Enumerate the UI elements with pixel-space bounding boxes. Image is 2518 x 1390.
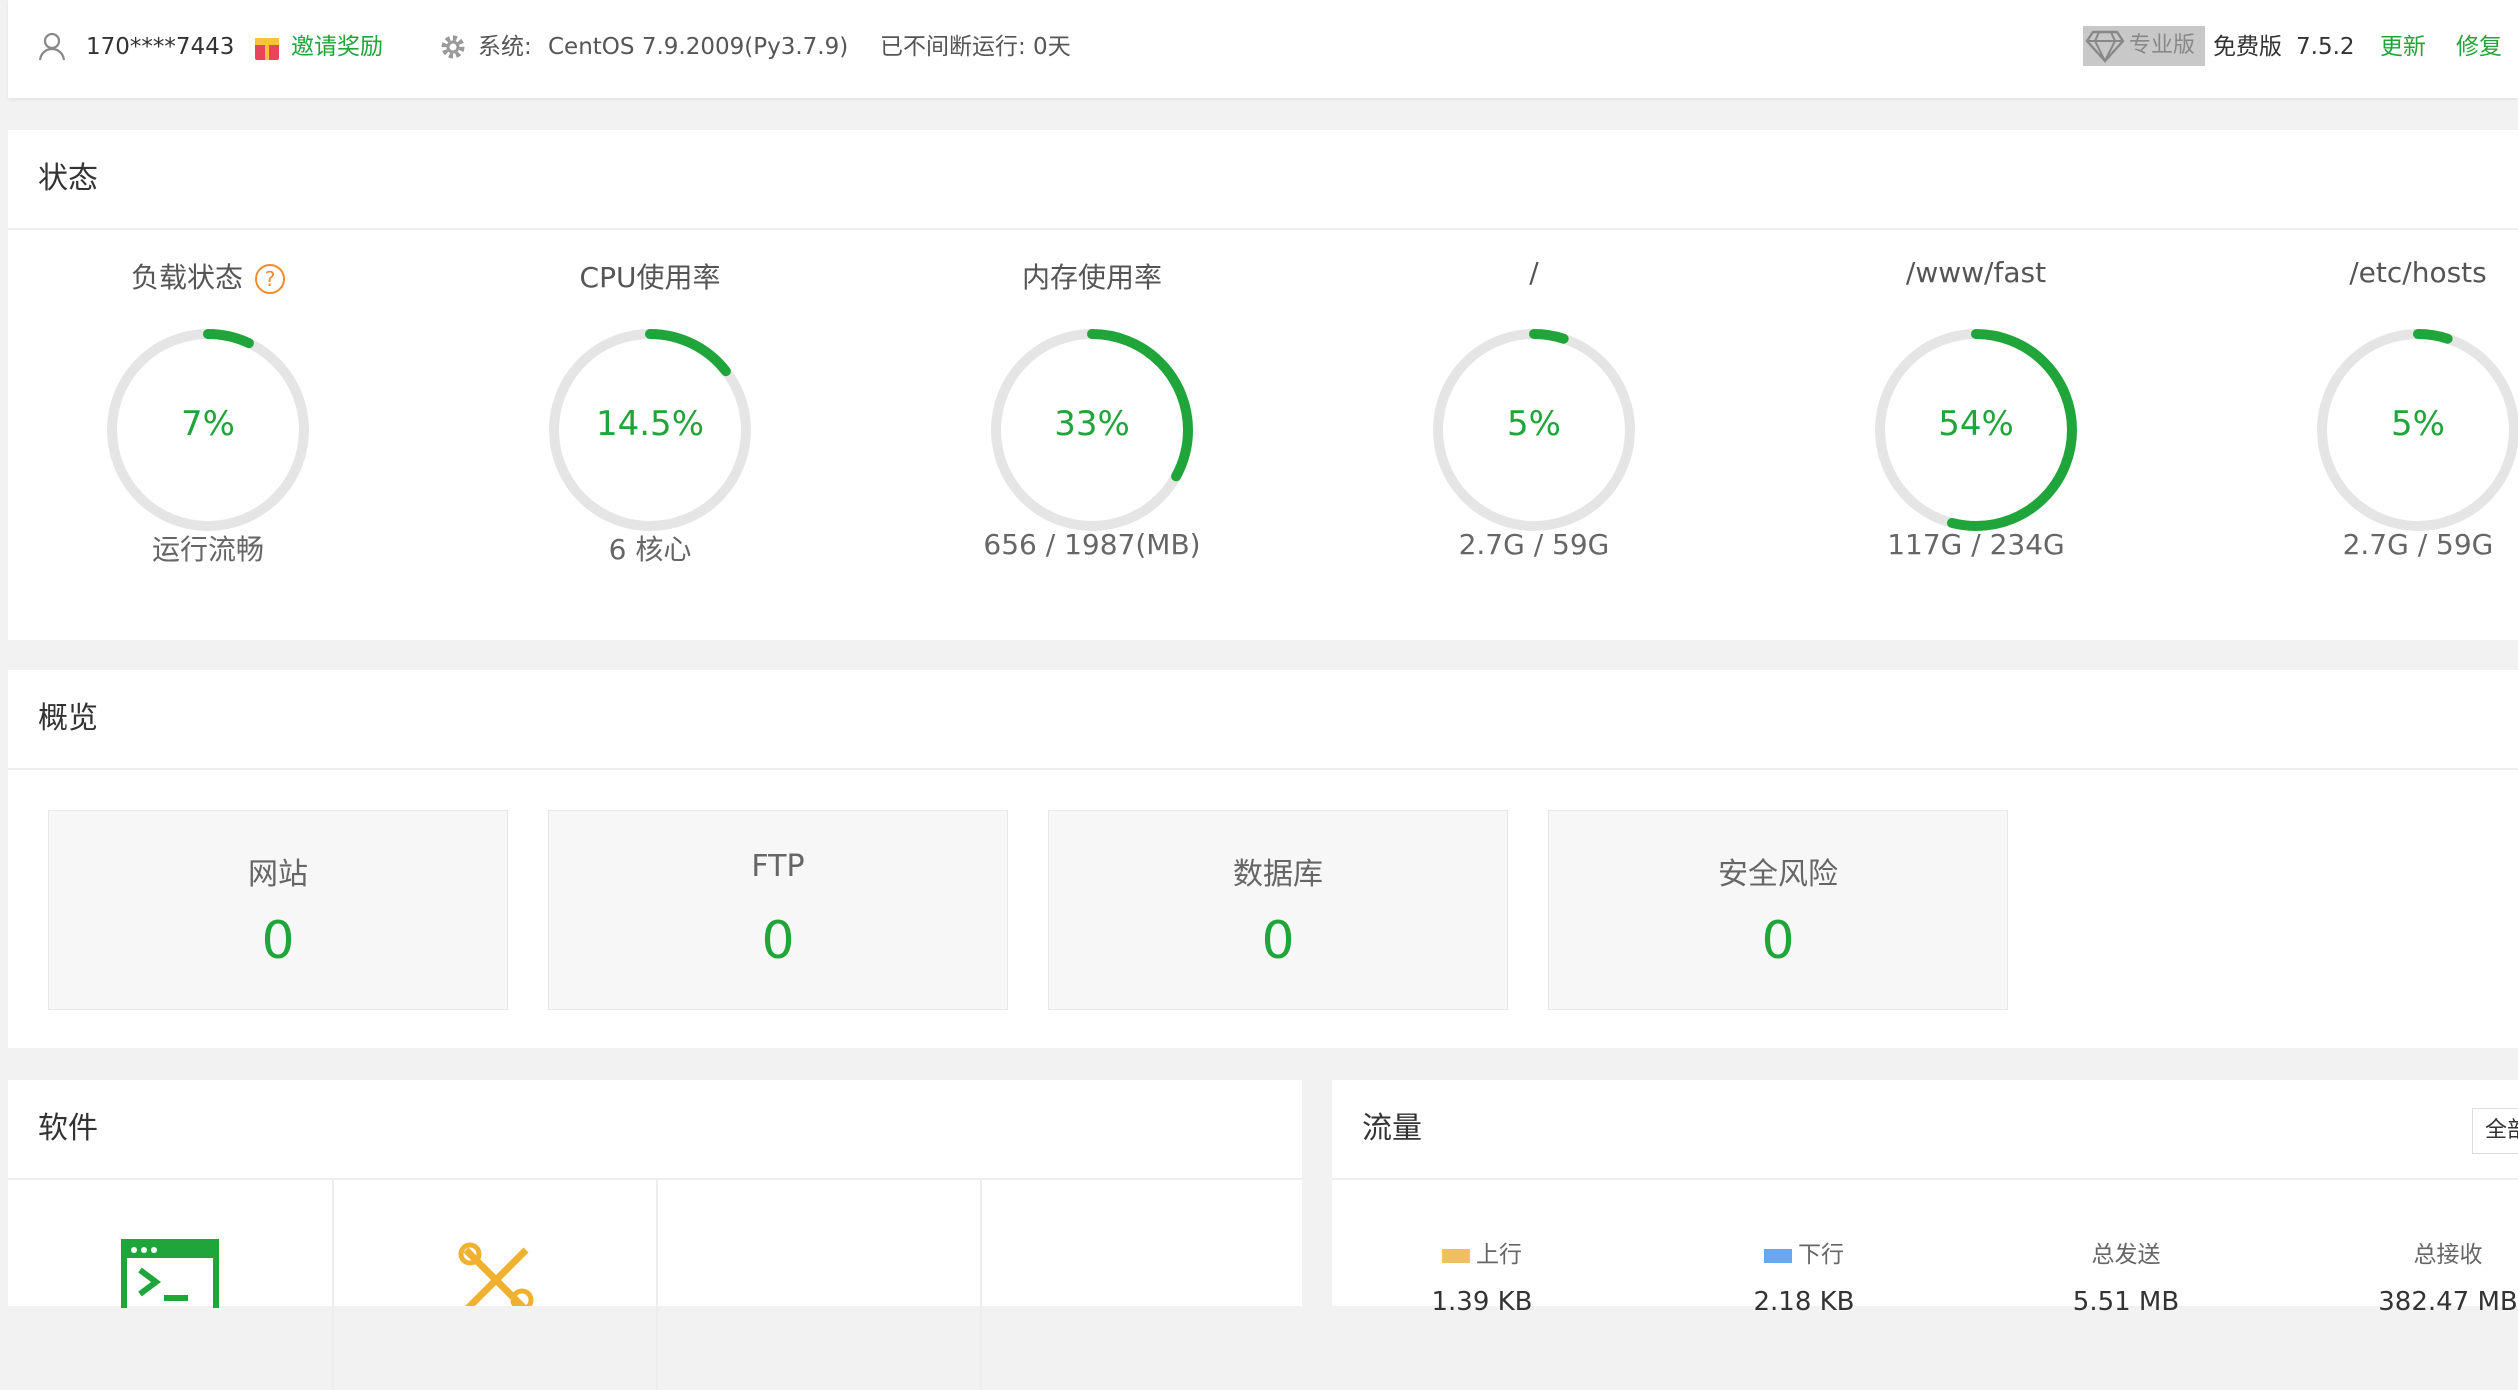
gauge-subtitle: 117G / 234G bbox=[1887, 528, 2065, 561]
gauge-title: CPU使用率 bbox=[510, 256, 790, 296]
uptime-text: 已不间断运行: 0天 bbox=[880, 34, 1071, 60]
version-label: 7.5.2 bbox=[2296, 34, 2355, 60]
help-icon[interactable]: ? bbox=[255, 264, 285, 294]
overview-card-value: 0 bbox=[1761, 911, 1795, 971]
traffic-down: 下行 2.18 KB bbox=[1654, 1235, 1954, 1317]
overview-title: 概览 bbox=[38, 701, 98, 736]
traffic-up: 上行 1.39 KB bbox=[1332, 1235, 1632, 1317]
down-legend-swatch bbox=[1764, 1248, 1792, 1263]
status-title: 状态 bbox=[38, 161, 98, 196]
interface-select[interactable]: 全部 bbox=[2472, 1108, 2518, 1154]
gauge-title: / bbox=[1394, 256, 1674, 289]
gauge-title-text: /www/fast bbox=[1905, 256, 2047, 289]
pro-badge[interactable]: 专业版 bbox=[2083, 26, 2205, 66]
gauge-value: 5% bbox=[2391, 404, 2445, 444]
divider bbox=[1332, 1178, 2518, 1180]
overview-card-label: 网站 bbox=[248, 857, 308, 892]
user-icon bbox=[36, 30, 68, 72]
gauge-title: 负载状态? bbox=[68, 256, 348, 296]
divider bbox=[656, 1180, 658, 1390]
gauge-value: 5% bbox=[1507, 404, 1561, 444]
traffic-total-received: 总接收 382.47 MB bbox=[2298, 1235, 2518, 1317]
overview-card-label: 数据库 bbox=[1233, 857, 1323, 892]
traffic-title: 流量 bbox=[1362, 1111, 1422, 1146]
diamond-icon bbox=[2085, 28, 2125, 68]
interface-select-value: 全部 bbox=[2485, 1118, 2518, 1143]
gift-icon bbox=[253, 32, 281, 72]
update-link[interactable]: 更新 bbox=[2380, 30, 2426, 64]
gauge-subtitle: 2.7G / 59G bbox=[1458, 528, 1610, 561]
traffic-total-sent: 总发送 5.51 MB bbox=[1976, 1235, 2276, 1317]
overview-card-ftp[interactable]: FTP 0 bbox=[548, 810, 1008, 1010]
divider bbox=[980, 1180, 982, 1390]
overview-panel: 概览 网站 0 FTP 0 数据库 0 安全风险 0 bbox=[8, 670, 2518, 1048]
traffic-up-value: 1.39 KB bbox=[1431, 1287, 1533, 1317]
up-legend-swatch bbox=[1442, 1248, 1470, 1263]
traffic-total-received-value: 382.47 MB bbox=[2378, 1287, 2518, 1317]
gauge-title: /www/fast bbox=[1836, 256, 2116, 289]
traffic-down-value: 2.18 KB bbox=[1753, 1287, 1855, 1317]
pro-badge-label: 专业版 bbox=[2129, 33, 2196, 58]
gauge-subtitle: 运行流畅 bbox=[151, 533, 264, 566]
gauge-2[interactable]: 内存使用率 33% 656 / 1987(MB) bbox=[952, 230, 1232, 561]
username[interactable]: 170****7443 bbox=[86, 30, 234, 64]
status-panel: 状态 负载状态? 7% 运行流畅 CPU使用率 14.5% 6 核心 内存使用率 33% 656… bbox=[8, 130, 2518, 640]
gauge-title-text: CPU使用率 bbox=[579, 261, 721, 294]
overview-card-value: 0 bbox=[761, 911, 795, 971]
overview-card-value: 0 bbox=[261, 911, 295, 971]
gauge-1[interactable]: CPU使用率 14.5% 6 核心 bbox=[510, 230, 790, 566]
gauge-value: 33% bbox=[1054, 404, 1130, 444]
gauge-subtitle: 656 / 1987(MB) bbox=[983, 528, 1201, 561]
gauge-subtitle: 6 核心 bbox=[608, 533, 692, 566]
system-label: 系统: bbox=[478, 34, 532, 60]
traffic-total-sent-value: 5.51 MB bbox=[2072, 1287, 2180, 1317]
edition-label: 免费版 bbox=[2213, 34, 2282, 60]
terminal-icon[interactable] bbox=[120, 1238, 220, 1325]
repair-link[interactable]: 修复 bbox=[2456, 30, 2502, 64]
overview-card-websites[interactable]: 网站 0 bbox=[48, 810, 508, 1010]
gauge-title-text: 内存使用率 bbox=[1021, 261, 1162, 294]
gauge-value: 54% bbox=[1938, 404, 2014, 444]
gauge-title-text: 负载状态 bbox=[130, 261, 243, 294]
gauge-title: /etc/hosts bbox=[2278, 256, 2518, 289]
top-bar: 170****7443 邀请奖励 系统: CentOS 7.9.2009(Py3… bbox=[8, 0, 2518, 98]
traffic-total-received-label: 总接收 bbox=[2413, 1242, 2483, 1268]
overview-card-value: 0 bbox=[1261, 911, 1295, 971]
overview-card-label: 安全风险 bbox=[1718, 857, 1838, 892]
gauge-title: 内存使用率 bbox=[952, 256, 1232, 296]
gauge-subtitle: 2.7G / 59G bbox=[2342, 528, 2494, 561]
gauge-5[interactable]: /etc/hosts 5% 2.7G / 59G bbox=[2278, 230, 2518, 561]
tools-icon[interactable] bbox=[456, 1240, 536, 1313]
software-panel: 软件 bbox=[8, 1080, 1302, 1390]
gauge-4[interactable]: /www/fast 54% 117G / 234G bbox=[1836, 230, 2116, 561]
system-value: CentOS 7.9.2009(Py3.7.9) bbox=[548, 34, 849, 60]
gauge-title-text: /etc/hosts bbox=[2349, 256, 2487, 289]
traffic-down-label: 下行 bbox=[1798, 1242, 1844, 1268]
gauge-value: 7% bbox=[181, 404, 235, 444]
divider bbox=[8, 768, 2518, 770]
gauge-3[interactable]: / 5% 2.7G / 59G bbox=[1394, 230, 1674, 561]
invite-reward-link[interactable]: 邀请奖励 bbox=[291, 30, 383, 64]
gauge-0[interactable]: 负载状态? 7% 运行流畅 bbox=[68, 230, 348, 566]
overview-card-security-risk[interactable]: 安全风险 0 bbox=[1548, 810, 2008, 1010]
gauge-value: 14.5% bbox=[595, 404, 704, 444]
divider bbox=[8, 228, 2518, 230]
overview-card-label: FTP bbox=[751, 849, 805, 884]
traffic-panel: 流量 全部 上行 1.39 KB 下行 2.18 KB 总发送 5.51 MB … bbox=[1332, 1080, 2518, 1317]
traffic-up-label: 上行 bbox=[1476, 1242, 1522, 1268]
divider bbox=[8, 1178, 1302, 1180]
traffic-total-sent-label: 总发送 bbox=[2091, 1242, 2161, 1268]
overview-card-databases[interactable]: 数据库 0 bbox=[1048, 810, 1508, 1010]
gauge-title-text: / bbox=[1529, 256, 1539, 289]
divider bbox=[332, 1180, 334, 1390]
software-title: 软件 bbox=[38, 1111, 98, 1146]
gear-icon bbox=[438, 32, 468, 72]
